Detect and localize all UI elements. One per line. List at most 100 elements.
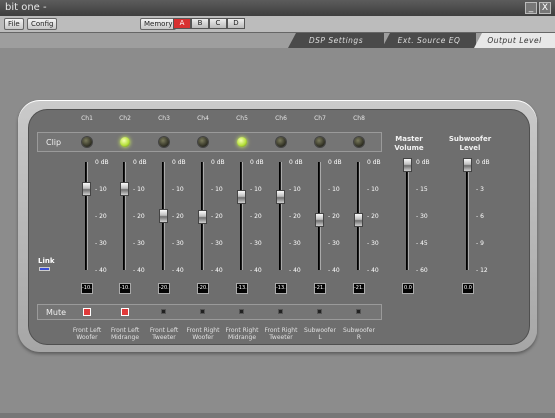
master-scale-tick: - 60	[416, 267, 428, 274]
ch3-scale-tick: - 20	[172, 213, 184, 220]
ch2-mute-button[interactable]	[121, 308, 129, 316]
ch8-value-display[interactable]: -21.5	[353, 283, 365, 294]
ch2-value-display[interactable]: -10.0	[119, 283, 131, 294]
ch3-label: Ch3	[158, 115, 170, 122]
ch5-scale-tick: - 40	[250, 267, 262, 274]
ch5-value-display[interactable]: -13.0	[236, 283, 248, 294]
ch8-scale-tick: 0 dB	[367, 159, 381, 166]
ch4-fader-knob[interactable]	[198, 210, 207, 225]
master-fader-knob[interactable]	[403, 158, 412, 172]
ch7-mute-button[interactable]	[317, 309, 322, 314]
ch1-output-name: Front Left Woofer	[72, 327, 102, 341]
preset-d-button[interactable]: D	[227, 18, 245, 29]
ch4-mute-button[interactable]	[200, 309, 205, 314]
ch5-scale-tick: - 10	[250, 186, 262, 193]
minimize-button[interactable]: _	[525, 2, 537, 14]
ch3-value-display[interactable]: -20.0	[158, 283, 170, 294]
ch7-clip-led	[315, 137, 325, 147]
ch4-clip-led	[198, 137, 208, 147]
ch2-scale-tick: - 30	[133, 240, 145, 247]
preset-a-button[interactable]: A	[173, 18, 191, 29]
tab-output-level[interactable]: Output Level	[474, 33, 555, 48]
ch5-fader-track	[240, 162, 243, 270]
ch7-fader-knob[interactable]	[315, 213, 324, 228]
ch4-scale-tick: - 40	[211, 267, 223, 274]
ch6-scale-tick: - 10	[289, 186, 301, 193]
ch3-scale-tick: - 40	[172, 267, 184, 274]
ch6-scale-tick: - 30	[289, 240, 301, 247]
ch6-fader-knob[interactable]	[276, 190, 285, 205]
ch5-mute-button[interactable]	[239, 309, 244, 314]
ch3-scale-tick: 0 dB	[172, 159, 186, 166]
menu-bar: File Config Memory A B C D	[0, 16, 555, 33]
ch1-mute-button[interactable]	[83, 308, 91, 316]
ch5-clip-led	[237, 137, 247, 147]
subwoofer-scale-tick: - 12	[476, 267, 488, 274]
title-bar: bit one - _ X	[0, 0, 555, 16]
ch1-scale-tick: - 20	[95, 213, 107, 220]
subwoofer-level-label: Subwoofer Level	[448, 135, 492, 152]
ch2-scale-tick: - 40	[133, 267, 145, 274]
tab-bar: DSP Settings Ext. Source EQ Output Level	[0, 33, 555, 48]
ch7-value-display[interactable]: -21.5	[314, 283, 326, 294]
memory-button[interactable]: Memory	[140, 18, 177, 30]
tab-ext-source-eq[interactable]: Ext. Source EQ	[382, 33, 476, 48]
ch3-mute-button[interactable]	[161, 309, 166, 314]
ch6-scale-tick: 0 dB	[289, 159, 303, 166]
ch2-scale-tick: - 10	[133, 186, 145, 193]
ch6-scale-tick: - 40	[289, 267, 301, 274]
preset-b-button[interactable]: B	[191, 18, 209, 29]
ch2-fader-knob[interactable]	[120, 182, 129, 196]
ch5-fader-knob[interactable]	[237, 190, 246, 205]
ch4-scale-tick: 0 dB	[211, 159, 225, 166]
ch5-output-name: Front Right Midrange	[225, 327, 259, 341]
ch8-mute-button[interactable]	[356, 309, 361, 314]
master-fader-track	[406, 162, 409, 270]
ch7-output-name: Subwoofer L	[304, 327, 336, 341]
ch2-scale-tick: 0 dB	[133, 159, 147, 166]
master-scale-tick: - 30	[416, 213, 428, 220]
ch1-scale-tick: - 40	[95, 267, 107, 274]
subwoofer-value-display[interactable]: 0.0	[462, 283, 474, 294]
ch3-clip-led	[159, 137, 169, 147]
master-value-display[interactable]: 0.0	[402, 283, 414, 294]
master-scale-tick: 0 dB	[416, 159, 430, 166]
ch6-mute-button[interactable]	[278, 309, 283, 314]
master-scale-tick: - 15	[416, 186, 428, 193]
ch1-scale-tick: - 30	[95, 240, 107, 247]
ch7-scale-tick: - 40	[328, 267, 340, 274]
ch8-scale-tick: - 20	[367, 213, 379, 220]
subwoofer-scale-tick: - 6	[476, 213, 484, 220]
ch3-fader-knob[interactable]	[159, 209, 168, 223]
tab-dsp-settings[interactable]: DSP Settings	[288, 33, 384, 48]
preset-c-button[interactable]: C	[209, 18, 227, 29]
ch1-clip-led	[82, 137, 92, 147]
ch8-clip-led	[354, 137, 364, 147]
config-menu[interactable]: Config	[27, 18, 58, 30]
subwoofer-fader-knob[interactable]	[463, 158, 472, 172]
ch1-value-display[interactable]: -10.0	[81, 283, 93, 294]
mute-label: Mute	[46, 308, 67, 317]
ch2-output-name: Front Left Midrange	[110, 327, 140, 341]
ch6-scale-tick: - 20	[289, 213, 301, 220]
ch4-output-name: Front Right Woofer	[186, 327, 220, 341]
ch6-value-display[interactable]: -13.0	[275, 283, 287, 294]
ch1-label: Ch1	[81, 115, 93, 122]
ch8-label: Ch8	[353, 115, 365, 122]
ch4-scale-tick: - 10	[211, 186, 223, 193]
master-scale-tick: - 45	[416, 240, 428, 247]
subwoofer-scale-tick: 0 dB	[476, 159, 490, 166]
ch8-scale-tick: - 30	[367, 240, 379, 247]
ch4-value-display[interactable]: -20.5	[197, 283, 209, 294]
subwoofer-fader-track	[466, 162, 469, 270]
close-button[interactable]: X	[539, 2, 551, 14]
link-toggle[interactable]	[39, 267, 50, 271]
ch1-fader-knob[interactable]	[82, 182, 91, 196]
ch5-scale-tick: 0 dB	[250, 159, 264, 166]
ch2-clip-led	[120, 137, 130, 147]
file-menu[interactable]: File	[4, 18, 24, 30]
ch1-scale-tick: 0 dB	[95, 159, 109, 166]
ch4-label: Ch4	[197, 115, 209, 122]
ch3-output-name: Front Left Tweeter	[149, 327, 179, 341]
ch8-fader-knob[interactable]	[354, 213, 363, 228]
